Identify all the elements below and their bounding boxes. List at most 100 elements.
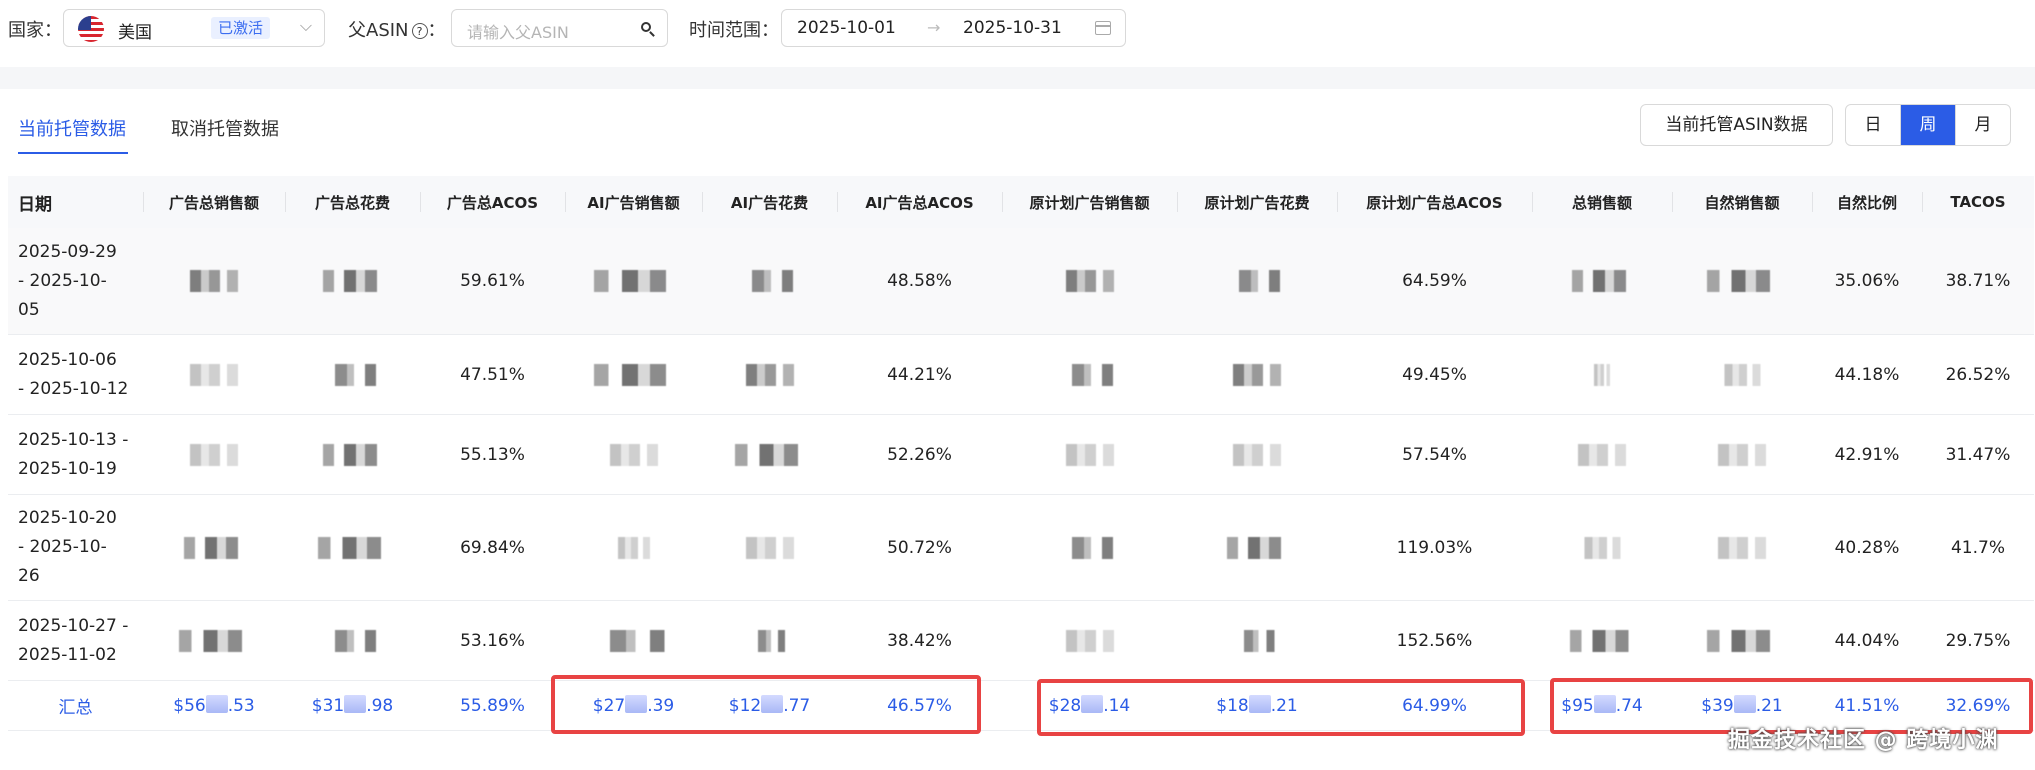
organic-ratio: 40.28% [1812,494,1922,601]
redacted-value [1672,494,1812,601]
redacted-value [1177,600,1337,681]
parent-asin-label: 父ASIN?： [348,20,446,41]
filter-bar: 国家： 美国 已激活 ⌵ 父ASIN?： 请输入父ASIN 时间范围： 2025… [0,0,2035,60]
header-ad-acos: 广告总ACOS [420,176,565,228]
granularity-month[interactable]: 月 [1955,105,2010,145]
redacted-value [285,494,420,601]
header-ad-spend: 广告总花费 [285,176,420,228]
country-select[interactable]: 美国 已激活 ⌵ [63,9,325,47]
highlight-original-group [1037,679,1525,736]
row-date: 2025-10-06- 2025-10-12 [8,334,143,415]
ai-acos: 44.21% [837,334,1002,415]
date-end[interactable]: 2025-10-31 [963,18,1062,38]
ad-acos: 53.16% [420,600,565,681]
redacted-value [702,414,837,495]
total-label: 汇总 [8,680,143,731]
redacted-value [1532,494,1672,601]
data-table: 日期 广告总销售额 广告总花费 广告总ACOS AI广告销售额 AI广告花费 A… [8,176,2034,731]
country-value: 美国 [118,23,152,43]
table-header: 日期 广告总销售额 广告总花费 广告总ACOS AI广告销售额 AI广告花费 A… [8,176,2034,228]
redacted-value [285,334,420,415]
redacted-value [1672,228,1812,335]
redacted-value [1532,414,1672,495]
organic-ratio: 44.18% [1812,334,1922,415]
tacos: 29.75% [1922,600,2034,681]
organic-ratio: 44.04% [1812,600,1922,681]
help-icon[interactable]: ? [411,23,428,39]
redacted-value [1177,414,1337,495]
redacted-value [1532,334,1672,415]
row-date: 2025-10-27 -2025-11-02 [8,600,143,681]
orig-acos: 152.56% [1337,600,1532,681]
redacted-value [1672,600,1812,681]
redacted-value [1002,414,1177,495]
header-orig-sales: 原计划广告销售额 [1002,176,1177,228]
ai-acos: 48.58% [837,228,1002,335]
date-start[interactable]: 2025-10-01 [797,18,896,38]
redacted-value [285,600,420,681]
status-badge: 已激活 [211,17,271,39]
redacted-value [1002,600,1177,681]
tacos: 31.47% [1922,414,2034,495]
section-divider [0,67,2035,89]
tacos: 38.71% [1922,228,2034,335]
ad-acos: 69.84% [420,494,565,601]
arrow-right-icon: → [927,18,941,37]
ai-acos: 50.72% [837,494,1002,601]
orig-acos: 119.03% [1337,494,1532,601]
date-range-picker[interactable]: 2025-10-01 → 2025-10-31 [781,9,1126,47]
redacted-value [143,414,285,495]
header-organic-sales: 自然销售额 [1672,176,1812,228]
redacted-value [143,228,285,335]
header-ai-acos: AI广告总ACOS [837,176,1002,228]
redacted-value [1002,228,1177,335]
redacted-value [1532,228,1672,335]
redacted-value [285,414,420,495]
search-icon[interactable] [641,22,651,32]
ad-acos: 47.51% [420,334,565,415]
granularity-week[interactable]: 周 [1900,105,1955,145]
table-row: 2025-10-20- 2025-10- 26 69.84% 50.72% 119… [8,494,2034,601]
redacted-value [565,334,702,415]
header-orig-acos: 原计划广告总ACOS [1337,176,1532,228]
redacted-value [565,600,702,681]
current-asin-data-button[interactable]: 当前托管ASIN数据 [1640,104,1833,146]
highlight-ai-group [551,675,981,734]
redacted-value [1532,600,1672,681]
redacted-value [702,334,837,415]
redacted-value [1002,334,1177,415]
table-row: 2025-10-27 -2025-11-02 53.16% 38.42% 152… [8,600,2034,681]
active-tab-indicator [18,152,128,154]
redacted-value [565,494,702,601]
parent-asin-placeholder: 请输入父ASIN [467,23,569,42]
header-total-sales: 总销售额 [1532,176,1672,228]
redacted-value [143,334,285,415]
tacos: 41.7% [1922,494,2034,601]
tab-cancelled-managed[interactable]: 取消托管数据 [171,115,279,141]
header-date: 日期 [8,176,143,228]
redacted-value [1177,228,1337,335]
calendar-icon[interactable] [1095,21,1111,35]
header-ad-sales: 广告总销售额 [143,176,285,228]
redacted-value [1672,334,1812,415]
ad-acos: 59.61% [420,228,565,335]
organic-ratio: 35.06% [1812,228,1922,335]
tab-current-managed[interactable]: 当前托管数据 [18,115,126,141]
chevron-down-icon: ⌵ [299,16,312,35]
redacted-value [702,228,837,335]
redacted-value [1672,414,1812,495]
parent-asin-input[interactable]: 请输入父ASIN [451,9,668,47]
country-label: 国家： [8,20,62,41]
total-ad-acos: 55.89% [420,680,565,731]
granularity-toggle: 日 周 月 [1845,104,2011,146]
redacted-value [1002,494,1177,601]
header-ai-sales: AI广告销售额 [565,176,702,228]
redacted-value [285,228,420,335]
organic-ratio: 42.91% [1812,414,1922,495]
redacted-value [565,228,702,335]
tacos: 26.52% [1922,334,2034,415]
orig-acos: 49.45% [1337,334,1532,415]
granularity-day[interactable]: 日 [1846,105,1900,145]
orig-acos: 57.54% [1337,414,1532,495]
redacted-value [1177,334,1337,415]
